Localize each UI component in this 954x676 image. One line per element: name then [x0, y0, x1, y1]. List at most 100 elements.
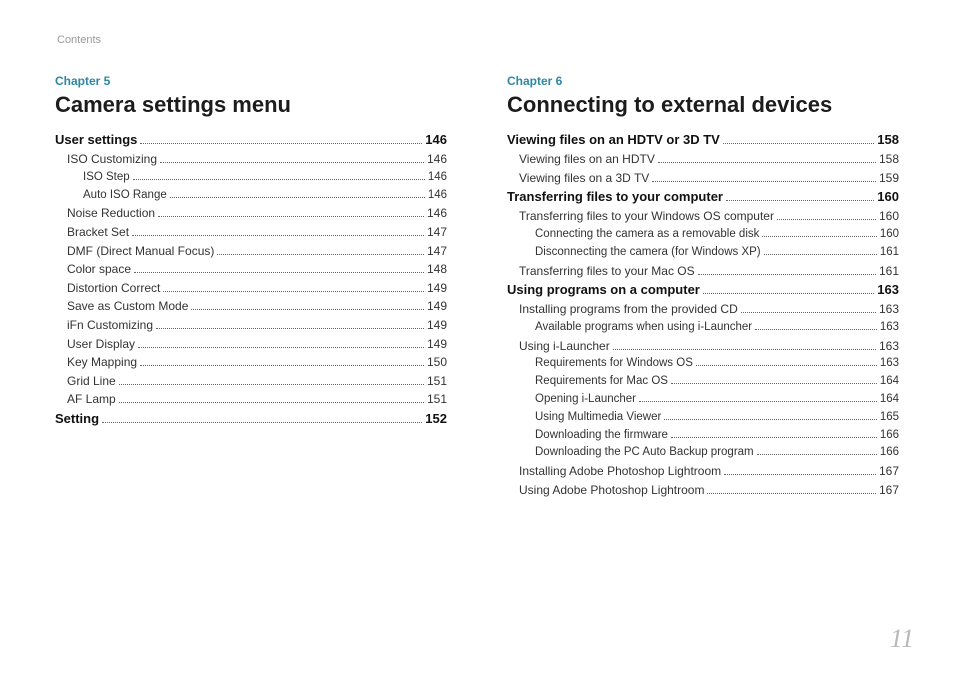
toc-entry-label: Installing Adobe Photoshop Lightroom [519, 462, 721, 481]
toc-dots [707, 493, 876, 494]
toc-entry[interactable]: Color space 148 [55, 260, 447, 279]
toc-dots [777, 219, 876, 220]
toc-entry-page: 160 [880, 226, 899, 244]
toc-entry-label: Downloading the PC Auto Backup program [535, 444, 754, 462]
toc-entry-page: 158 [879, 150, 899, 169]
toc-entry[interactable]: Installing programs from the provided CD… [507, 300, 899, 319]
toc-entry-page: 167 [879, 481, 899, 500]
toc-entry-label: Opening i-Launcher [535, 391, 636, 409]
toc-entry-label: Using i-Launcher [519, 337, 610, 356]
toc-entry-page: 166 [880, 444, 899, 462]
toc-dots [741, 312, 876, 313]
toc-entry-page: 148 [427, 260, 447, 279]
toc-entry-label: Transferring files to your Mac OS [519, 262, 695, 281]
toc-entry-page: 164 [880, 391, 899, 409]
toc-entry-label: iFn Customizing [67, 316, 153, 335]
toc-dots [671, 437, 877, 438]
toc-columns: Chapter 5Camera settings menuUser settin… [55, 74, 899, 499]
chapter-title: Connecting to external devices [507, 92, 899, 118]
chapter-label: Chapter 6 [507, 74, 899, 88]
toc-entry-page: 149 [427, 297, 447, 316]
toc-entry[interactable]: Transferring files to your Windows OS co… [507, 207, 899, 226]
toc-entry[interactable]: Using programs on a computer 163 [507, 280, 899, 300]
toc-entry-page: 146 [427, 150, 447, 169]
toc-entry-label: Save as Custom Mode [67, 297, 188, 316]
toc-entry[interactable]: iFn Customizing 149 [55, 316, 447, 335]
toc-entry-label: Auto ISO Range [83, 187, 167, 205]
toc-dots [652, 181, 876, 182]
toc-entry-label: Available programs when using i-Launcher [535, 319, 752, 337]
toc-entry[interactable]: ISO Step146 [55, 169, 447, 187]
toc-entry-label: Bracket Set [67, 223, 129, 242]
toc-entry[interactable]: Using i-Launcher163 [507, 337, 899, 356]
toc-dots [671, 383, 877, 384]
toc-entry[interactable]: Setting152 [55, 409, 447, 429]
toc-dots [170, 197, 425, 198]
toc-entry-page: 151 [427, 372, 447, 391]
toc-entry-page: 166 [880, 427, 899, 445]
toc-entry[interactable]: Noise Reduction 146 [55, 204, 447, 223]
toc-dots [138, 347, 424, 348]
toc-entry[interactable]: User Display149 [55, 335, 447, 354]
toc-entry[interactable]: Installing Adobe Photoshop Lightroom167 [507, 462, 899, 481]
toc-dots [134, 272, 424, 273]
toc-entry[interactable]: Disconnecting the camera (for Windows XP… [507, 244, 899, 262]
toc-entry-page: 146 [427, 204, 447, 223]
toc-entry[interactable]: Save as Custom Mode 149 [55, 297, 447, 316]
toc-entry-label: Transferring files to your Windows OS co… [519, 207, 774, 226]
toc-dots [696, 365, 877, 366]
toc-entry-page: 149 [427, 279, 447, 298]
toc-entry[interactable]: User settings146 [55, 130, 447, 150]
toc-entry-label: Connecting the camera as a removable dis… [535, 226, 759, 244]
toc-entry[interactable]: Downloading the PC Auto Backup program 16… [507, 444, 899, 462]
toc-entry[interactable]: Viewing files on an HDTV or 3D TV158 [507, 130, 899, 150]
toc-entry[interactable]: Transferring files to your computer160 [507, 187, 899, 207]
toc-entry[interactable]: Grid Line151 [55, 372, 447, 391]
toc-entry[interactable]: Opening i-Launcher 164 [507, 391, 899, 409]
toc-dots [698, 274, 876, 275]
toc-entry-label: Noise Reduction [67, 204, 155, 223]
toc-entry[interactable]: Using Adobe Photoshop Lightroom167 [507, 481, 899, 500]
toc-dots [119, 402, 424, 403]
toc-entry[interactable]: Connecting the camera as a removable dis… [507, 226, 899, 244]
toc-entry[interactable]: Using Multimedia Viewer165 [507, 409, 899, 427]
toc-entry-label: ISO Step [83, 169, 130, 187]
toc-entry-page: 151 [427, 390, 447, 409]
toc-entry-label: Requirements for Mac OS [535, 373, 668, 391]
toc-entry-page: 163 [880, 319, 899, 337]
toc-dots [217, 254, 424, 255]
toc-entry[interactable]: Transferring files to your Mac OS 161 [507, 262, 899, 281]
toc-entry[interactable]: Viewing files on a 3D TV 159 [507, 169, 899, 188]
toc-entry-label: Using programs on a computer [507, 280, 700, 300]
toc-entry[interactable]: Downloading the firmware 166 [507, 427, 899, 445]
toc-entry[interactable]: Requirements for Mac OS164 [507, 373, 899, 391]
toc-entry-label: Viewing files on a 3D TV [519, 169, 649, 188]
toc-entry[interactable]: Distortion Correct149 [55, 279, 447, 298]
toc-entry[interactable]: Viewing files on an HDTV158 [507, 150, 899, 169]
toc-entry-label: Downloading the firmware [535, 427, 668, 445]
toc-entry[interactable]: Available programs when using i-Launcher… [507, 319, 899, 337]
toc-entry-label: Key Mapping [67, 353, 137, 372]
toc-column-left: Chapter 5Camera settings menuUser settin… [55, 74, 447, 499]
toc-entry-label: AF Lamp [67, 390, 116, 409]
toc-entry[interactable]: Auto ISO Range146 [55, 187, 447, 205]
toc-entry-page: 163 [877, 280, 899, 300]
toc-entry-page: 149 [427, 316, 447, 335]
toc-dots [703, 293, 874, 294]
toc-entry[interactable]: ISO Customizing146 [55, 150, 447, 169]
toc-entry-page: 165 [880, 409, 899, 427]
toc-entry-page: 161 [879, 262, 899, 281]
toc-entry[interactable]: AF Lamp 151 [55, 390, 447, 409]
toc-entry[interactable]: DMF (Direct Manual Focus)147 [55, 242, 447, 261]
contents-header: Contents [55, 34, 899, 46]
toc-entry-page: 150 [427, 353, 447, 372]
toc-entry-label: Color space [67, 260, 131, 279]
toc-entry[interactable]: Key Mapping 150 [55, 353, 447, 372]
toc-entry[interactable]: Requirements for Windows OS163 [507, 355, 899, 373]
toc-entry-page: 159 [879, 169, 899, 188]
toc-column-right: Chapter 6 Connecting to external devices V… [507, 74, 899, 499]
toc-entry-page: 163 [880, 355, 899, 373]
toc-entry[interactable]: Bracket Set147 [55, 223, 447, 242]
toc-dots [664, 419, 876, 420]
toc-dots [160, 162, 424, 163]
